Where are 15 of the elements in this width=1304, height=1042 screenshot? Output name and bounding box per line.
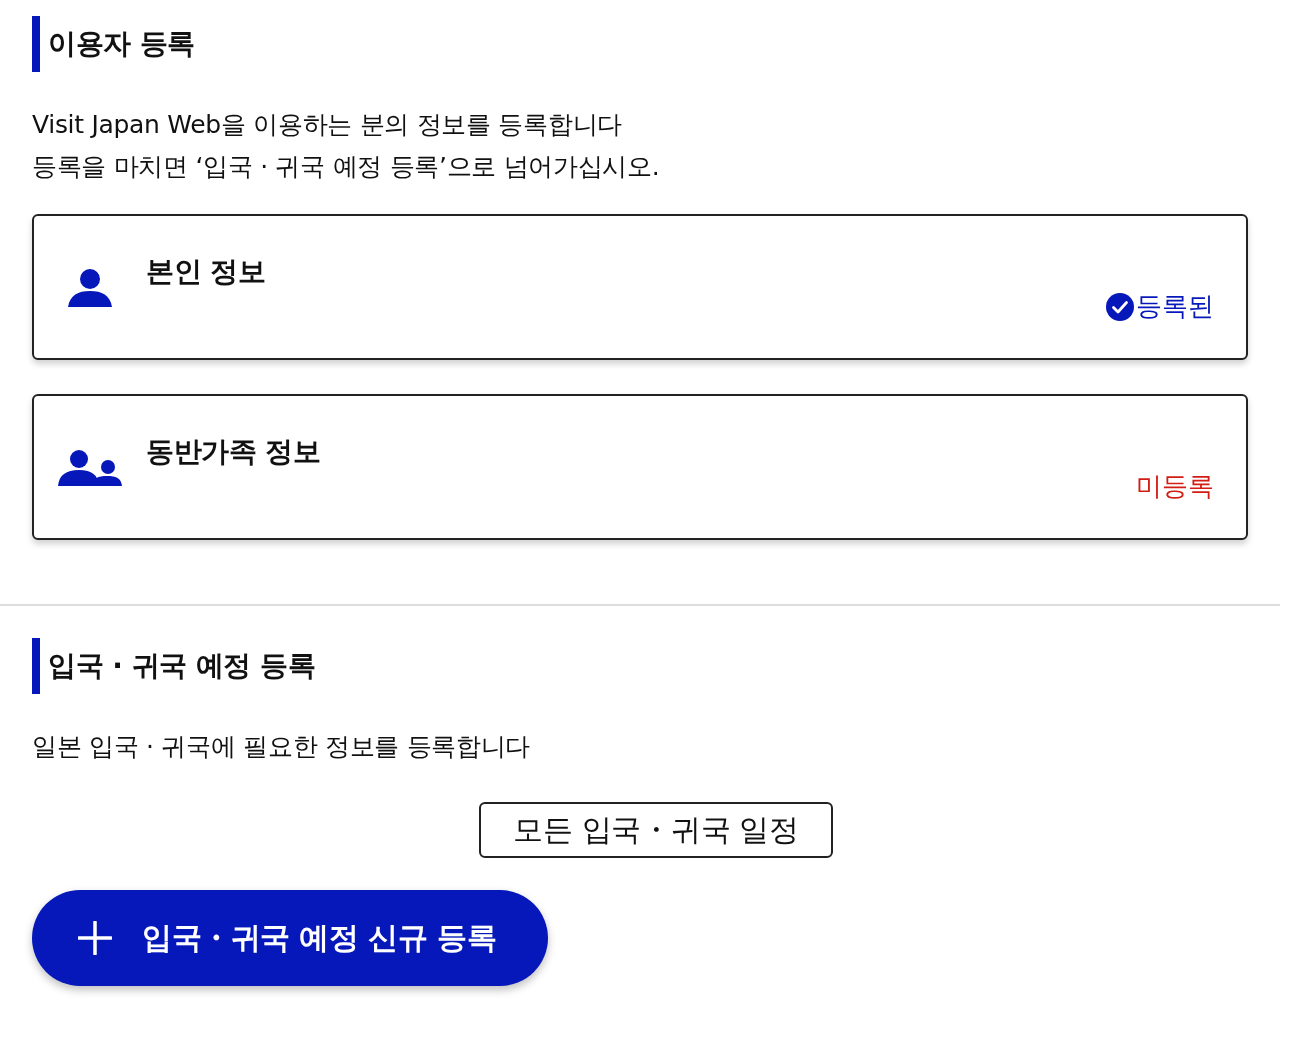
section-heading: 이용자 등록 [32, 16, 195, 72]
new-registration-button[interactable]: 입국・귀국 예정 신규 등록 [32, 890, 548, 986]
card-title: 본인 정보 [146, 254, 266, 290]
status-label: 미등록 [1136, 470, 1214, 503]
all-schedules-button[interactable]: 모든 입국・귀국 일정 [479, 802, 833, 858]
info-card[interactable]: 본인 정보 등록된 [32, 214, 1248, 360]
info-card[interactable]: 동반가족 정보 미등록 [32, 394, 1248, 540]
section-heading: 입국 · 귀국 예정 등록 [32, 638, 316, 694]
person-icon [68, 269, 112, 307]
people-icon [58, 450, 122, 486]
status-label: 등록된 [1136, 290, 1214, 323]
plus-icon [78, 921, 112, 955]
description-text: Visit Japan Web을 이용하는 분의 정보를 등록합니다 등록을 마치면 ‘입국 · 귀국 예정 등록’으로 넘어가십시오. [32, 109, 660, 183]
card-title: 동반가족 정보 [146, 434, 321, 470]
description-text: 일본 입국 · 귀국에 필요한 정보를 등록합니다 [32, 731, 531, 763]
